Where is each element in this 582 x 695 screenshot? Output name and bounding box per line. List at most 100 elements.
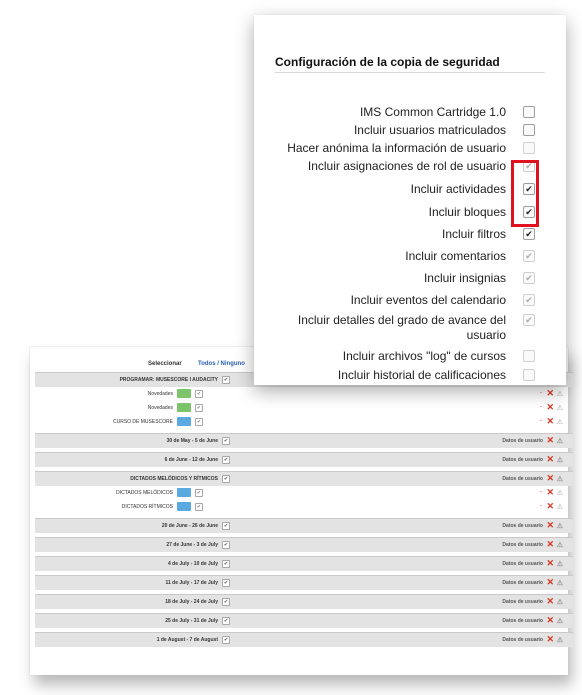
section-row: 30 de May - 5 de June ✔ Datos de usuario ✕ ⚠ — [35, 433, 573, 448]
section-title: 27 de June - 3 de July — [166, 542, 218, 548]
warning-icon: ⚠ — [556, 523, 563, 530]
warning-icon: ⚠ — [556, 580, 563, 587]
setting-checkbox[interactable]: ✔ — [523, 228, 535, 240]
section-title: 30 de May - 5 de June — [166, 438, 218, 444]
include-checkbox[interactable]: ✔ — [222, 598, 230, 606]
user-data-label: Datos de usuario — [502, 599, 543, 605]
user-data-label: Datos de usuario — [502, 618, 543, 624]
exclude-icon[interactable]: ✕ — [546, 501, 554, 512]
warning-icon: ⚠ — [556, 490, 563, 497]
panel-title: Configuración de la copia de seguridad — [275, 55, 500, 69]
include-checkbox[interactable]: ✔ — [222, 437, 230, 445]
exclude-icon[interactable]: ✕ — [546, 634, 554, 645]
exclude-icon[interactable]: ✕ — [546, 454, 554, 465]
setting-option: Incluir filtros ✔ — [254, 227, 566, 245]
setting-label: Incluir eventos del calendario — [350, 293, 506, 307]
warning-icon: ⚠ — [556, 504, 563, 511]
include-checkbox[interactable]: ✔ — [222, 541, 230, 549]
warning-icon: ⚠ — [556, 457, 563, 464]
exclude-icon[interactable]: ✕ — [546, 520, 554, 531]
sections-list: PROGRAMAR: MUSESCORE I AUDACITY ✔ Datos de… — [35, 372, 573, 647]
activity-title: DICTADOS MELÓDICOS — [116, 490, 173, 496]
dash-icon: - — [540, 404, 542, 410]
setting-checkbox[interactable] — [523, 124, 535, 136]
setting-option: Incluir archivos "log" de cursos — [254, 349, 566, 367]
activity-title: Novedades — [147, 405, 173, 411]
exclude-icon[interactable]: ✕ — [546, 539, 554, 550]
section-row: 1 de August - 7 de August ✔ Datos de usuar… — [35, 632, 573, 647]
warning-icon: ⚠ — [556, 618, 563, 625]
dash-icon: - — [540, 390, 542, 396]
setting-checkbox: ✔ — [523, 294, 535, 306]
include-checkbox[interactable]: ✔ — [195, 503, 203, 511]
section-row: 11 de July - 17 de July ✔ Datos de usuario… — [35, 575, 573, 590]
dash-icon: - — [540, 503, 542, 509]
section-row: 25 de July - 31 de July ✔ Datos de usuario… — [35, 613, 573, 628]
setting-label: Incluir historial de calificaciones — [337, 368, 506, 382]
section-row: 20 de June - 26 de June ✔ Datos de usuario… — [35, 518, 573, 533]
folder-icon — [177, 488, 191, 497]
folder-icon — [177, 417, 191, 426]
exclude-icon[interactable]: ✕ — [546, 435, 554, 446]
course-sections-panel: Seleccionar Todos / Ninguno PROGRAMAR: M… — [30, 347, 573, 675]
exclude-icon[interactable]: ✕ — [546, 388, 554, 399]
setting-checkbox: ✔ — [523, 250, 535, 262]
user-data-label: Datos de usuario — [502, 523, 543, 529]
include-checkbox[interactable]: ✔ — [222, 636, 230, 644]
exclude-icon[interactable]: ✕ — [546, 487, 554, 498]
section-title: 6 de June - 12 de June — [164, 457, 218, 463]
include-checkbox[interactable]: ✔ — [222, 617, 230, 625]
setting-checkbox: ✔ — [523, 272, 535, 284]
forum-icon — [177, 403, 191, 412]
exclude-icon[interactable]: ✕ — [546, 558, 554, 569]
user-data-label: Datos de usuario — [502, 637, 543, 643]
setting-label: Incluir comentarios — [405, 249, 506, 263]
section-title: 11 de July - 17 de July — [165, 580, 218, 586]
setting-label: Incluir actividades — [410, 182, 506, 196]
user-data-label: Datos de usuario — [502, 561, 543, 567]
warning-icon: ⚠ — [556, 542, 563, 549]
warning-icon: ⚠ — [556, 419, 563, 426]
section-title: 1 de August - 7 de August — [156, 637, 218, 643]
setting-checkbox — [523, 369, 535, 381]
activity-title: CURSO DE MUSESCORE — [112, 419, 173, 425]
dash-icon: - — [540, 418, 542, 424]
include-checkbox[interactable]: ✔ — [222, 376, 230, 384]
setting-option: Hacer anónima la información de usuario — [254, 141, 566, 159]
select-all-none-link[interactable]: Todos / Ninguno — [198, 361, 245, 367]
exclude-icon[interactable]: ✕ — [546, 473, 554, 484]
setting-checkbox — [523, 350, 535, 362]
exclude-icon[interactable]: ✕ — [546, 416, 554, 427]
setting-option: Incluir usuarios matriculados — [254, 123, 566, 141]
setting-option: Incluir historial de calificaciones — [254, 368, 566, 386]
activity-title: Novedades — [147, 391, 173, 397]
section-row: 6 de June - 12 de June ✔ Datos de usuario ✕… — [35, 452, 573, 467]
include-checkbox[interactable]: ✔ — [222, 579, 230, 587]
activity-row: CURSO DE MUSESCORE ✔ - ✕ ⚠ — [35, 415, 573, 429]
setting-label: Incluir filtros — [441, 227, 506, 241]
select-label: Seleccionar — [148, 361, 182, 367]
setting-label: Incluir insignias — [423, 271, 506, 285]
include-checkbox[interactable]: ✔ — [195, 418, 203, 426]
setting-label: Incluir asignaciones de rol de usuario — [307, 159, 506, 173]
setting-label: Incluir bloques — [428, 205, 506, 219]
include-checkbox[interactable]: ✔ — [195, 404, 203, 412]
exclude-icon[interactable]: ✕ — [546, 596, 554, 607]
activity-row: DICTADOS MELÓDICOS ✔ - ✕ ⚠ — [35, 486, 573, 500]
include-checkbox[interactable]: ✔ — [222, 456, 230, 464]
setting-label: Incluir usuarios matriculados — [353, 123, 506, 137]
setting-checkbox[interactable] — [523, 106, 535, 118]
exclude-icon[interactable]: ✕ — [546, 402, 554, 413]
include-checkbox[interactable]: ✔ — [222, 475, 230, 483]
dash-icon: - — [540, 489, 542, 495]
setting-checkbox: ✔ — [523, 314, 535, 326]
include-checkbox[interactable]: ✔ — [222, 560, 230, 568]
include-checkbox[interactable]: ✔ — [222, 522, 230, 530]
exclude-icon[interactable]: ✕ — [546, 615, 554, 626]
setting-option: IMS Common Cartridge 1.0 — [254, 105, 566, 123]
section-row: 18 de July - 24 de July ✔ Datos de usuario… — [35, 594, 573, 609]
title-divider — [275, 72, 545, 73]
include-checkbox[interactable]: ✔ — [195, 489, 203, 497]
exclude-icon[interactable]: ✕ — [546, 577, 554, 588]
include-checkbox[interactable]: ✔ — [195, 390, 203, 398]
